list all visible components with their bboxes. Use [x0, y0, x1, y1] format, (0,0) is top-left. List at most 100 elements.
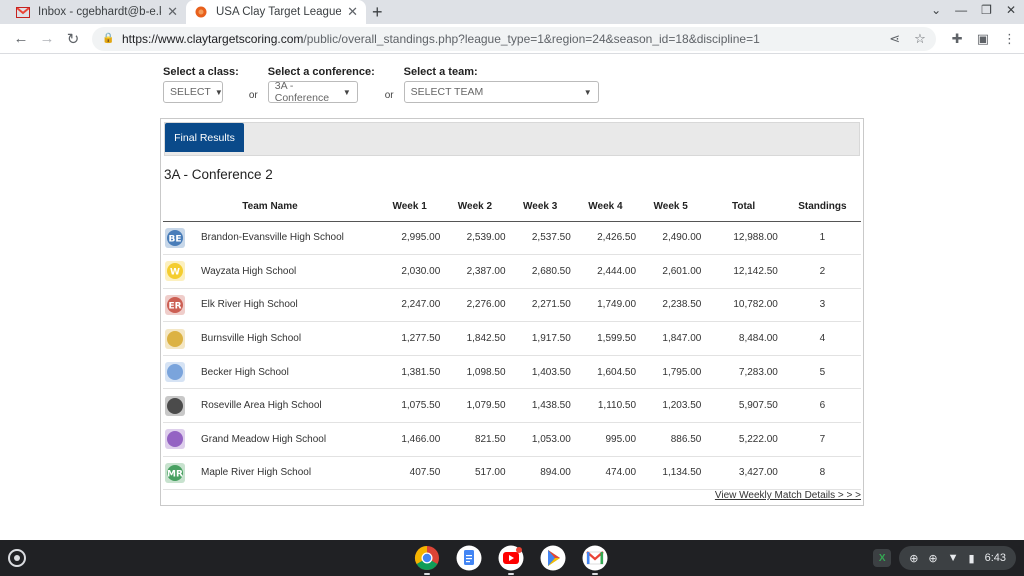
add-circle-icon: ⊕: [909, 552, 919, 565]
week-4-score: 995.00: [572, 422, 639, 457]
window-controls: ⌄ — ❐ ✕: [931, 3, 1016, 17]
table-row: Roseville Area High School 1,075.50 1,079.…: [163, 388, 861, 424]
week-2-score: 1,098.50: [442, 355, 508, 390]
week-4-score: 1,599.50: [572, 321, 639, 356]
lock-icon[interactable]: 🔒: [102, 33, 116, 44]
week-2-score: 517.00: [442, 456, 508, 491]
week-4-score: 1,604.50: [572, 355, 639, 390]
side-panel-icon[interactable]: ▣: [977, 31, 989, 47]
status-area[interactable]: ⊕ ⊕ ▼ ▮ 6:43: [899, 546, 1016, 570]
chevron-down-icon: ▼: [214, 87, 223, 97]
team-logo-cell: [163, 422, 197, 457]
standing: 5: [783, 355, 861, 390]
menu-icon[interactable]: ⋮: [1003, 31, 1016, 47]
system-tray: X ⊕ ⊕ ▼ ▮ 6:43: [873, 546, 1016, 570]
header-total: Total: [703, 193, 784, 222]
team-logo-cell: [163, 321, 197, 356]
url-text: https://www.claytargetscoring.com/public…: [122, 31, 760, 46]
tab-inbox[interactable]: Inbox - cgebhardt@b-e.k12.mn.us ✕: [8, 0, 186, 24]
reload-icon[interactable]: ↻: [60, 30, 86, 48]
address-bar[interactable]: 🔒 https://www.claytargetscoring.com/publ…: [92, 26, 936, 51]
team-name: Brandon-Evansville High School: [197, 221, 377, 256]
table-row: Burnsville High School 1,277.50 1,842.50 1,…: [163, 321, 861, 356]
page-content: Select a class: SELECT ▼ or Select a conf…: [0, 54, 1024, 540]
week-3-score: 1,438.50: [507, 388, 573, 424]
team-logo-icon: BE: [164, 225, 186, 251]
chrome-icon[interactable]: [414, 545, 440, 575]
forward-icon[interactable]: →: [34, 30, 60, 47]
back-icon[interactable]: ←: [8, 30, 34, 47]
header-week-5: Week 5: [638, 193, 704, 222]
table-row: ER Elk River High School 2,247.00 2,276.00 2…: [163, 288, 861, 323]
launcher-icon[interactable]: [8, 549, 26, 567]
week-4-score: 1,749.00: [572, 288, 639, 323]
week-3-score: 2,271.50: [507, 288, 573, 323]
close-icon[interactable]: ✕: [347, 4, 358, 20]
svg-text:MR: MR: [167, 469, 183, 479]
new-tab-icon[interactable]: +: [372, 2, 383, 22]
team-logo-cell: MR: [163, 456, 197, 491]
standings-table: Team Name Week 1 Week 2 Week 3 Week 4 We…: [163, 193, 861, 491]
week-1-score: 2,030.00: [377, 254, 443, 289]
conference-title: 3A - Conference 2: [164, 167, 273, 182]
chevron-down-icon: ▼: [583, 87, 592, 97]
restore-icon[interactable]: ❐: [981, 3, 992, 17]
standing: 1: [783, 221, 861, 256]
bookmark-star-icon[interactable]: ☆: [914, 31, 926, 47]
week-4-score: 2,426.50: [572, 221, 639, 256]
weekly-match-details-link[interactable]: View Weekly Match Details > > >: [715, 490, 861, 501]
standing: 7: [783, 422, 861, 457]
results-panel: Final Results 3A - Conference 2 Team Nam…: [160, 118, 864, 506]
close-window-icon[interactable]: ✕: [1006, 3, 1016, 17]
youtube-icon[interactable]: [498, 545, 524, 575]
week-5-score: 1,795.00: [638, 355, 704, 390]
table-row: W Wayzata High School 2,030.00 2,387.00 2,68…: [163, 254, 861, 289]
team-logo-icon: [164, 359, 186, 385]
week-3-score: 1,917.50: [507, 321, 573, 356]
team-logo-cell: W: [163, 254, 197, 289]
team-name: Roseville Area High School: [197, 388, 377, 424]
extensions-icon[interactable]: ✚: [952, 31, 963, 47]
total-score: 12,142.50: [703, 254, 784, 289]
week-1-score: 407.50: [377, 456, 443, 491]
filter-bar: Select a class: SELECT ▼ or Select a conf…: [163, 66, 599, 104]
week-5-score: 1,134.50: [638, 456, 704, 491]
week-3-score: 1,403.50: [507, 355, 573, 390]
week-3-score: 2,680.50: [507, 254, 573, 289]
week-1-score: 2,247.00: [377, 288, 443, 323]
standing: 8: [783, 456, 861, 491]
team-select[interactable]: SELECT TEAM ▼: [403, 81, 599, 103]
header-week-4: Week 4: [572, 193, 639, 222]
panel-tab-strip: [164, 122, 860, 156]
team-logo-icon: [164, 393, 186, 419]
table-row: Becker High School 1,381.50 1,098.50 1,403.…: [163, 355, 861, 390]
table-row: MR Maple River High School 407.50 517.00 894…: [163, 456, 861, 491]
sheets-icon[interactable]: X: [873, 549, 892, 567]
class-select[interactable]: SELECT ▼: [163, 81, 223, 103]
team-logo-cell: ER: [163, 288, 197, 323]
share-icon[interactable]: ⋖: [889, 31, 900, 47]
conference-label: Select a conference:: [267, 66, 375, 78]
close-icon[interactable]: ✕: [167, 4, 178, 20]
minimize-icon[interactable]: —: [955, 3, 967, 17]
browser-tab-bar: Inbox - cgebhardt@b-e.k12.mn.us ✕ USA Cl…: [0, 0, 1024, 24]
week-5-score: 2,490.00: [638, 221, 704, 256]
total-score: 3,427.00: [703, 456, 784, 491]
team-label: Select a team:: [403, 66, 478, 78]
week-1-score: 1,277.50: [377, 321, 443, 356]
week-2-score: 821.50: [442, 422, 508, 457]
header-standings: Standings: [783, 193, 861, 222]
team-name: Burnsville High School: [197, 321, 377, 356]
week-5-score: 2,238.50: [638, 288, 704, 323]
week-1-score: 1,381.50: [377, 355, 443, 390]
tab-clay-target[interactable]: USA Clay Target League Scoring ✕: [186, 0, 366, 24]
docs-icon[interactable]: [456, 545, 482, 571]
chevron-down-icon[interactable]: ⌄: [931, 3, 941, 17]
play-store-icon[interactable]: [540, 545, 566, 571]
team-name: Grand Meadow High School: [197, 422, 377, 457]
conference-select[interactable]: 3A - Conference ▼: [267, 80, 358, 104]
shelf-apps: [414, 545, 608, 575]
gmail-icon[interactable]: [582, 545, 608, 575]
tab-final-results[interactable]: Final Results: [165, 123, 244, 152]
table-row: Grand Meadow High School 1,466.00 821.50 1,…: [163, 422, 861, 457]
